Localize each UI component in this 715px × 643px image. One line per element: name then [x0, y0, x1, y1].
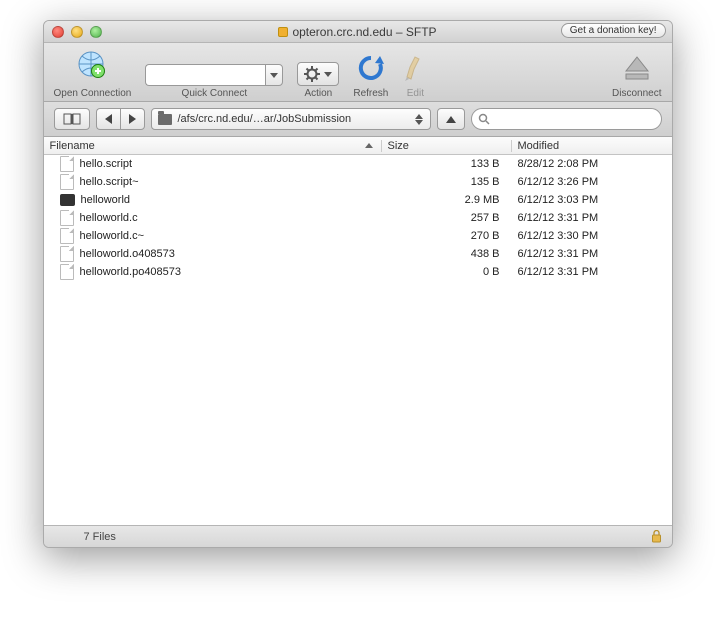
bookmarks-button[interactable] [54, 108, 90, 130]
file-modified: 6/12/12 3:31 PM [512, 266, 672, 278]
path-dropdown[interactable]: /afs/crc.nd.edu/…ar/JobSubmission [151, 108, 431, 130]
file-row[interactable]: helloworld.c~ 270 B6/12/12 3:30 PM [44, 227, 672, 245]
file-row[interactable]: helloworld 2.9 MB6/12/12 3:03 PM [44, 191, 672, 209]
pencil-icon [402, 53, 428, 86]
titlebar: opteron.crc.nd.edu – SFTP Get a donation… [44, 21, 672, 43]
header-modified[interactable]: Modified [512, 140, 672, 152]
file-modified: 6/12/12 3:31 PM [512, 212, 672, 224]
book-icon [63, 113, 81, 125]
disconnect-label: Disconnect [612, 88, 661, 99]
file-name: helloworld.po408573 [80, 266, 182, 278]
file-name: helloworld.c~ [80, 230, 145, 242]
quick-connect-group: Quick Connect [145, 62, 283, 99]
file-size: 0 B [382, 266, 512, 278]
close-button[interactable] [52, 26, 64, 38]
eject-icon [622, 53, 652, 86]
zoom-button[interactable] [90, 26, 102, 38]
quick-connect-input[interactable] [145, 64, 265, 86]
search-field[interactable] [471, 108, 662, 130]
file-icon [60, 210, 74, 226]
executable-icon [60, 194, 75, 206]
folder-icon [158, 114, 172, 125]
traffic-lights [44, 26, 102, 38]
file-row[interactable]: hello.script 133 B8/28/12 2:08 PM [44, 155, 672, 173]
file-icon [60, 174, 74, 190]
file-modified: 6/12/12 3:31 PM [512, 248, 672, 260]
file-list[interactable]: hello.script133 B8/28/12 2:08 PMhello.sc… [44, 155, 672, 525]
toolbar: Open Connection Quick Connect [44, 43, 672, 102]
file-modified: 6/12/12 3:03 PM [512, 194, 672, 206]
file-icon [60, 156, 74, 172]
edit-label: Edit [407, 88, 424, 99]
search-input[interactable] [494, 113, 655, 125]
file-modified: 8/28/12 2:08 PM [512, 158, 672, 170]
action-label: Action [304, 88, 332, 99]
action-button[interactable]: Action [297, 62, 339, 99]
quick-connect-dropdown[interactable] [265, 64, 283, 86]
updown-icon [412, 114, 426, 125]
window-title-text: opteron.crc.nd.edu – SFTP [292, 25, 436, 39]
quick-connect-label: Quick Connect [182, 88, 248, 99]
file-size: 257 B [382, 212, 512, 224]
back-button[interactable] [96, 108, 120, 130]
file-row[interactable]: hello.script~ 135 B6/12/12 3:26 PM [44, 173, 672, 191]
column-headers: Filename Size Modified [44, 137, 672, 155]
file-row[interactable]: helloworld.c 257 B6/12/12 3:31 PM [44, 209, 672, 227]
edit-button[interactable]: Edit [402, 53, 428, 99]
file-modified: 6/12/12 3:26 PM [512, 176, 672, 188]
refresh-button[interactable]: Refresh [353, 53, 388, 99]
donation-button[interactable]: Get a donation key! [561, 23, 666, 38]
lock-icon [278, 27, 288, 37]
file-icon [60, 246, 74, 262]
file-icon [60, 264, 74, 280]
minimize-button[interactable] [71, 26, 83, 38]
file-icon [60, 228, 74, 244]
file-count: 7 Files [54, 531, 116, 543]
app-window: opteron.crc.nd.edu – SFTP Get a donation… [43, 20, 673, 548]
go-up-button[interactable] [437, 108, 465, 130]
globe-icon [74, 49, 110, 86]
file-size: 2.9 MB [382, 194, 512, 206]
location-bar: /afs/crc.nd.edu/…ar/JobSubmission [44, 102, 672, 137]
sort-indicator-icon [365, 143, 373, 148]
path-text: /afs/crc.nd.edu/…ar/JobSubmission [178, 113, 352, 125]
file-name: hello.script [80, 158, 133, 170]
file-size: 438 B [382, 248, 512, 260]
file-size: 135 B [382, 176, 512, 188]
header-filename[interactable]: Filename [44, 140, 382, 152]
triangle-left-icon [105, 114, 112, 124]
open-connection-label: Open Connection [54, 88, 132, 99]
disconnect-button[interactable]: Disconnect [612, 53, 661, 99]
gear-icon [304, 66, 320, 82]
file-size: 270 B [382, 230, 512, 242]
chevron-down-icon [270, 73, 278, 78]
header-size[interactable]: Size [382, 140, 512, 152]
status-bar: 7 Files [44, 525, 672, 547]
file-name: hello.script~ [80, 176, 139, 188]
triangle-right-icon [129, 114, 136, 124]
open-connection-button[interactable]: Open Connection [54, 49, 132, 99]
file-name: helloworld.c [80, 212, 138, 224]
file-name: helloworld [81, 194, 131, 206]
refresh-label: Refresh [353, 88, 388, 99]
file-size: 133 B [382, 158, 512, 170]
file-row[interactable]: helloworld.po408573 0 B6/12/12 3:31 PM [44, 263, 672, 281]
forward-button[interactable] [120, 108, 145, 130]
refresh-icon [356, 53, 386, 86]
file-name: helloworld.o408573 [80, 248, 175, 260]
nav-group [96, 108, 145, 130]
file-row[interactable]: helloworld.o408573 438 B6/12/12 3:31 PM [44, 245, 672, 263]
chevron-down-icon [324, 72, 332, 77]
lock-icon [651, 530, 662, 543]
file-modified: 6/12/12 3:30 PM [512, 230, 672, 242]
triangle-up-icon [446, 116, 456, 123]
search-icon [478, 113, 490, 125]
